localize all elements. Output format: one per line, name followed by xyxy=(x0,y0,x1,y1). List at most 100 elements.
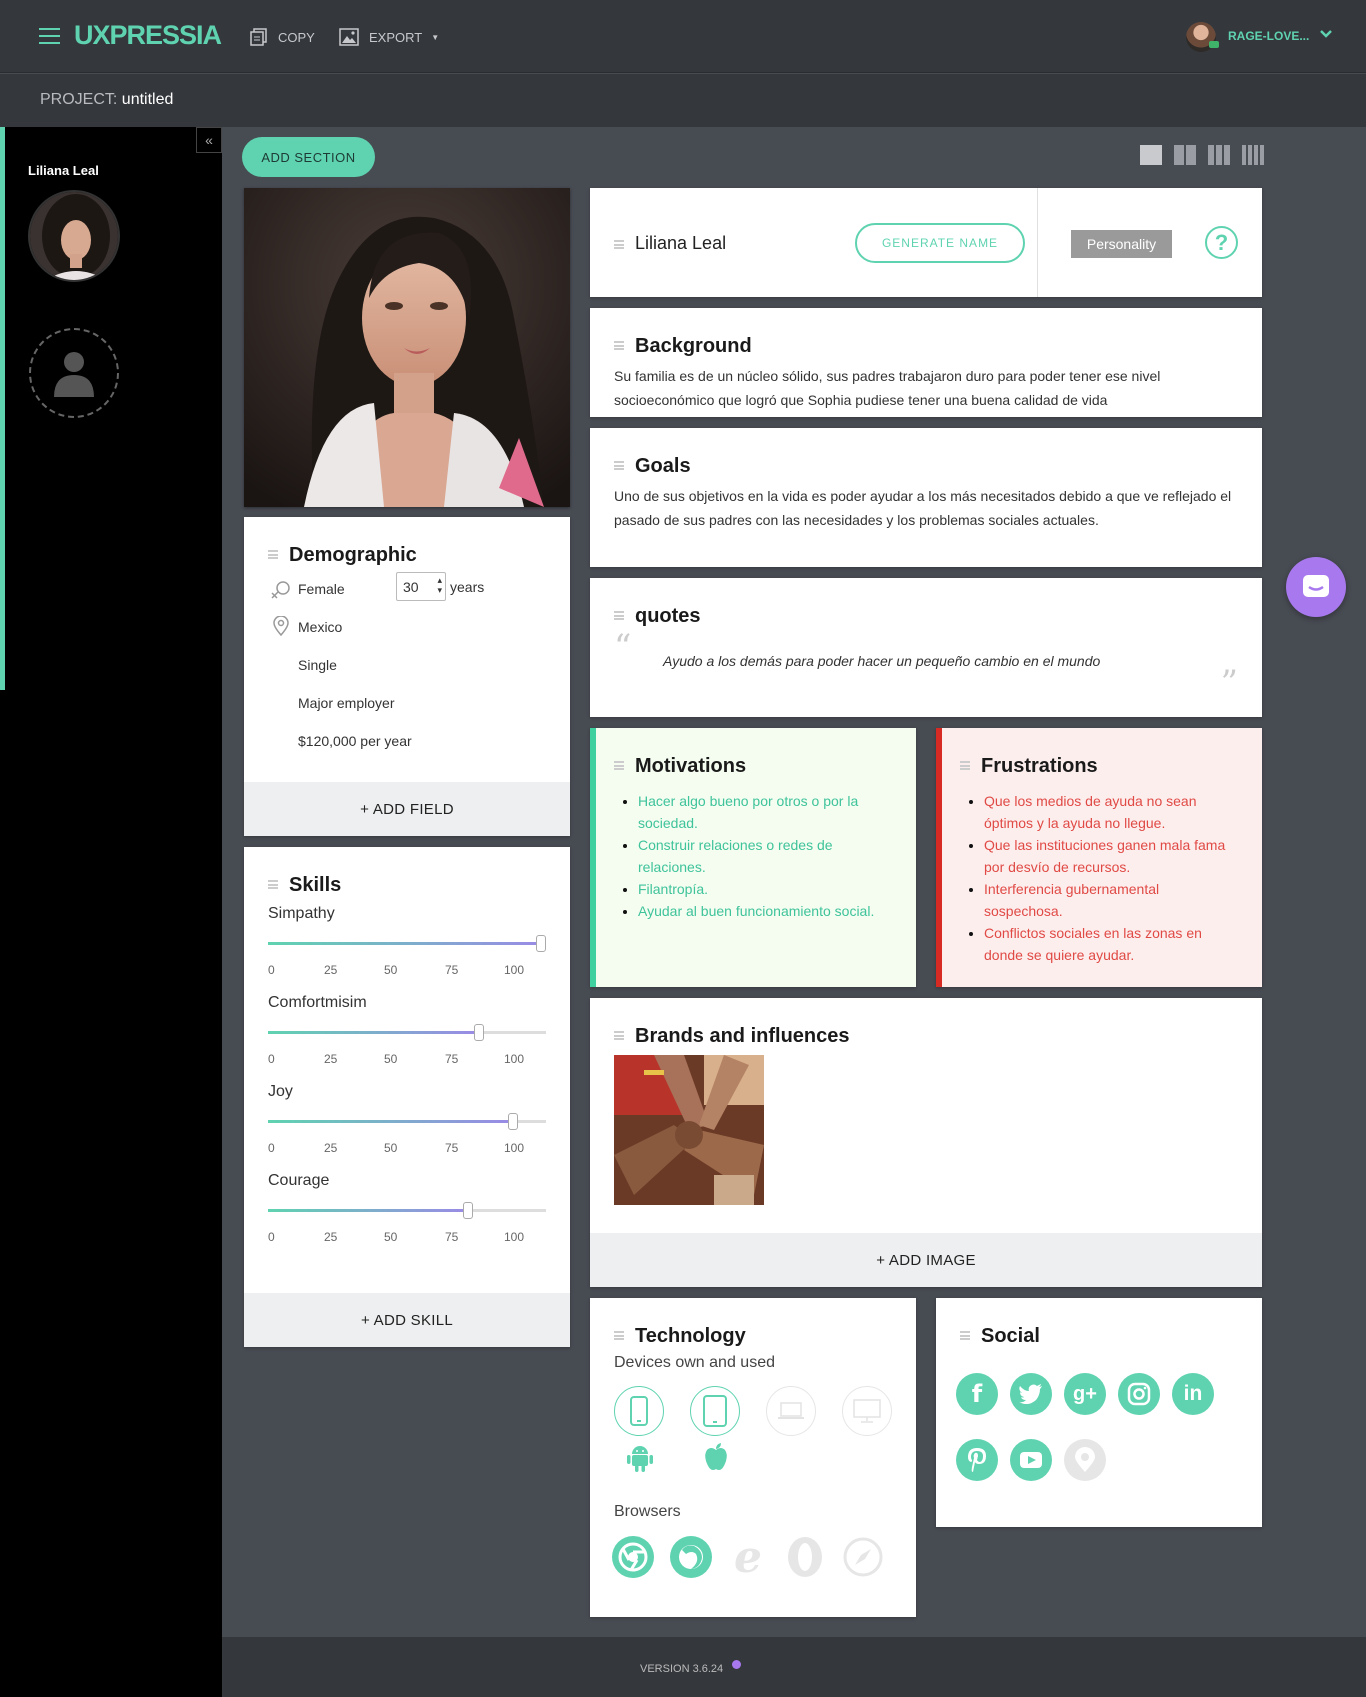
motivation-item[interactable]: Ayudar al buen funcionamiento social. xyxy=(638,900,888,922)
skill-slider-fill xyxy=(268,1031,480,1034)
persona-photo[interactable] xyxy=(244,188,570,507)
goals-text[interactable]: Uno de sus objetivos en la vida es poder… xyxy=(614,484,1239,532)
youtube-icon[interactable] xyxy=(1010,1439,1052,1481)
personality-button[interactable]: Personality xyxy=(1071,230,1172,258)
skill-slider-handle[interactable] xyxy=(507,1113,518,1130)
user-menu[interactable]: RAGE-LOVE... xyxy=(1146,0,1366,73)
skill-slider[interactable] xyxy=(268,935,546,952)
smartphone-icon[interactable] xyxy=(614,1386,664,1436)
age-stepper[interactable]: 30 xyxy=(396,572,446,601)
layout-2-column-icon[interactable] xyxy=(1174,145,1196,165)
motivation-item[interactable]: Hacer algo bueno por otros o por la soci… xyxy=(638,790,888,834)
firefox-icon[interactable] xyxy=(670,1536,712,1578)
skill-slider-handle[interactable] xyxy=(536,935,546,952)
drag-handle-icon[interactable] xyxy=(614,341,624,350)
instagram-icon[interactable] xyxy=(1118,1373,1160,1415)
app-logo[interactable]: UXPRESSIA xyxy=(74,20,222,51)
twitter-icon[interactable] xyxy=(1010,1373,1052,1415)
add-skill-button[interactable]: + ADD SKILL xyxy=(244,1293,570,1347)
apple-icon[interactable] xyxy=(703,1442,729,1477)
user-name[interactable]: RAGE-LOVE... xyxy=(1228,29,1309,43)
add-image-button[interactable]: + ADD IMAGE xyxy=(590,1233,1262,1287)
brand-image[interactable] xyxy=(614,1055,764,1205)
export-button[interactable]: EXPORT ▼ xyxy=(339,27,439,47)
safari-icon[interactable] xyxy=(842,1536,884,1578)
collapse-sidebar-icon[interactable]: « xyxy=(196,127,222,153)
chrome-icon[interactable] xyxy=(612,1536,654,1578)
ie-icon[interactable]: e xyxy=(727,1532,769,1583)
drag-handle-icon[interactable] xyxy=(268,880,278,889)
tablet-icon[interactable] xyxy=(690,1386,740,1436)
skill-label[interactable]: Simpathy xyxy=(268,905,335,923)
persona-name-input[interactable]: Liliana Leal xyxy=(635,233,726,254)
flag-badge-icon xyxy=(1209,41,1219,48)
skill-label[interactable]: Courage xyxy=(268,1172,329,1190)
add-section-button[interactable]: ADD SECTION xyxy=(242,137,375,177)
gender-field[interactable]: Female xyxy=(298,581,345,597)
motivation-item[interactable]: Construir relaciones o redes de relacion… xyxy=(638,834,888,878)
project-title[interactable]: PROJECT: untitled xyxy=(40,91,173,109)
android-icon[interactable] xyxy=(627,1444,653,1477)
skill-slider-handle[interactable] xyxy=(474,1024,485,1041)
skill-label[interactable]: Joy xyxy=(268,1083,293,1101)
chevron-down-icon[interactable] xyxy=(1318,26,1334,42)
goals-card: Goals Uno de sus objetivos en la vida es… xyxy=(590,428,1262,567)
desktop-icon[interactable] xyxy=(842,1386,892,1436)
drag-handle-icon[interactable] xyxy=(960,1331,970,1340)
drag-handle-icon[interactable] xyxy=(960,761,970,770)
frustration-item[interactable]: Que los medios de ayuda no sean óptimos … xyxy=(984,790,1234,834)
skill-label[interactable]: Comfortmisim xyxy=(268,994,367,1012)
copy-button[interactable]: COPY xyxy=(250,27,315,47)
motivations-list[interactable]: Hacer algo bueno por otros o por la soci… xyxy=(638,790,888,922)
drag-handle-icon[interactable] xyxy=(268,550,278,559)
add-persona-button[interactable] xyxy=(29,328,119,418)
motivation-item[interactable]: Filantropía. xyxy=(638,878,888,900)
occupation-field[interactable]: Major employer xyxy=(298,695,394,711)
drag-handle-icon[interactable] xyxy=(614,461,624,470)
frustration-item[interactable]: Interferencia gubernamental sospechosa. xyxy=(984,878,1234,922)
income-field[interactable]: $120,000 per year xyxy=(298,733,412,749)
sidebar-persona-avatar[interactable] xyxy=(28,190,120,282)
laptop-icon[interactable] xyxy=(766,1386,816,1436)
linkedin-icon[interactable]: in xyxy=(1172,1373,1214,1415)
skill-slider-fill xyxy=(268,1120,513,1123)
pinterest-icon[interactable] xyxy=(956,1439,998,1481)
hamburger-menu-icon[interactable] xyxy=(39,28,60,45)
add-field-button[interactable]: + ADD FIELD xyxy=(244,782,570,836)
project-name[interactable]: untitled xyxy=(122,91,174,108)
frustration-item[interactable]: Que las instituciones ganen mala fama po… xyxy=(984,834,1234,878)
skill-slider[interactable] xyxy=(268,1024,546,1041)
layout-3-column-icon[interactable] xyxy=(1208,145,1230,165)
user-avatar[interactable] xyxy=(1186,22,1219,52)
persona-sidebar: « Liliana Leal xyxy=(0,127,222,1697)
help-icon[interactable]: ? xyxy=(1205,226,1238,259)
quotes-title: quotes xyxy=(635,605,701,627)
opera-icon[interactable] xyxy=(784,1536,826,1578)
skill-tick-label: 0 xyxy=(268,963,275,977)
status-field[interactable]: Single xyxy=(298,657,337,673)
frustrations-list[interactable]: Que los medios de ayuda no sean óptimos … xyxy=(984,790,1234,966)
background-text[interactable]: Su familia es de un núcleo sólido, sus p… xyxy=(614,364,1234,412)
skill-slider-fill xyxy=(268,1209,469,1212)
drag-handle-icon[interactable] xyxy=(614,1031,624,1040)
periscope-icon[interactable] xyxy=(1064,1439,1106,1481)
google-plus-icon[interactable]: g+ xyxy=(1064,1373,1106,1415)
skill-slider-handle[interactable] xyxy=(463,1202,474,1219)
skill-slider[interactable] xyxy=(268,1113,546,1130)
goals-title: Goals xyxy=(635,455,691,477)
skill-slider[interactable] xyxy=(268,1202,546,1219)
quote-text[interactable]: Ayudo a los demás para poder hacer un pe… xyxy=(663,653,1100,669)
drag-handle-icon[interactable] xyxy=(614,611,624,620)
location-field[interactable]: Mexico xyxy=(298,619,342,635)
layout-4-column-icon[interactable] xyxy=(1242,145,1264,165)
generate-name-button[interactable]: GENERATE NAME xyxy=(855,223,1025,263)
frustration-item[interactable]: Conflictos sociales en las zonas en dond… xyxy=(984,922,1234,966)
drag-handle-icon[interactable] xyxy=(614,761,624,770)
skill-tick-label: 100 xyxy=(504,1052,525,1066)
layout-1-column-icon[interactable] xyxy=(1140,145,1162,165)
chat-support-button[interactable] xyxy=(1286,557,1346,617)
sidebar-persona-name[interactable]: Liliana Leal xyxy=(28,163,99,178)
drag-handle-icon[interactable] xyxy=(614,240,624,249)
drag-handle-icon[interactable] xyxy=(614,1331,624,1340)
facebook-icon[interactable]: f xyxy=(956,1373,998,1415)
